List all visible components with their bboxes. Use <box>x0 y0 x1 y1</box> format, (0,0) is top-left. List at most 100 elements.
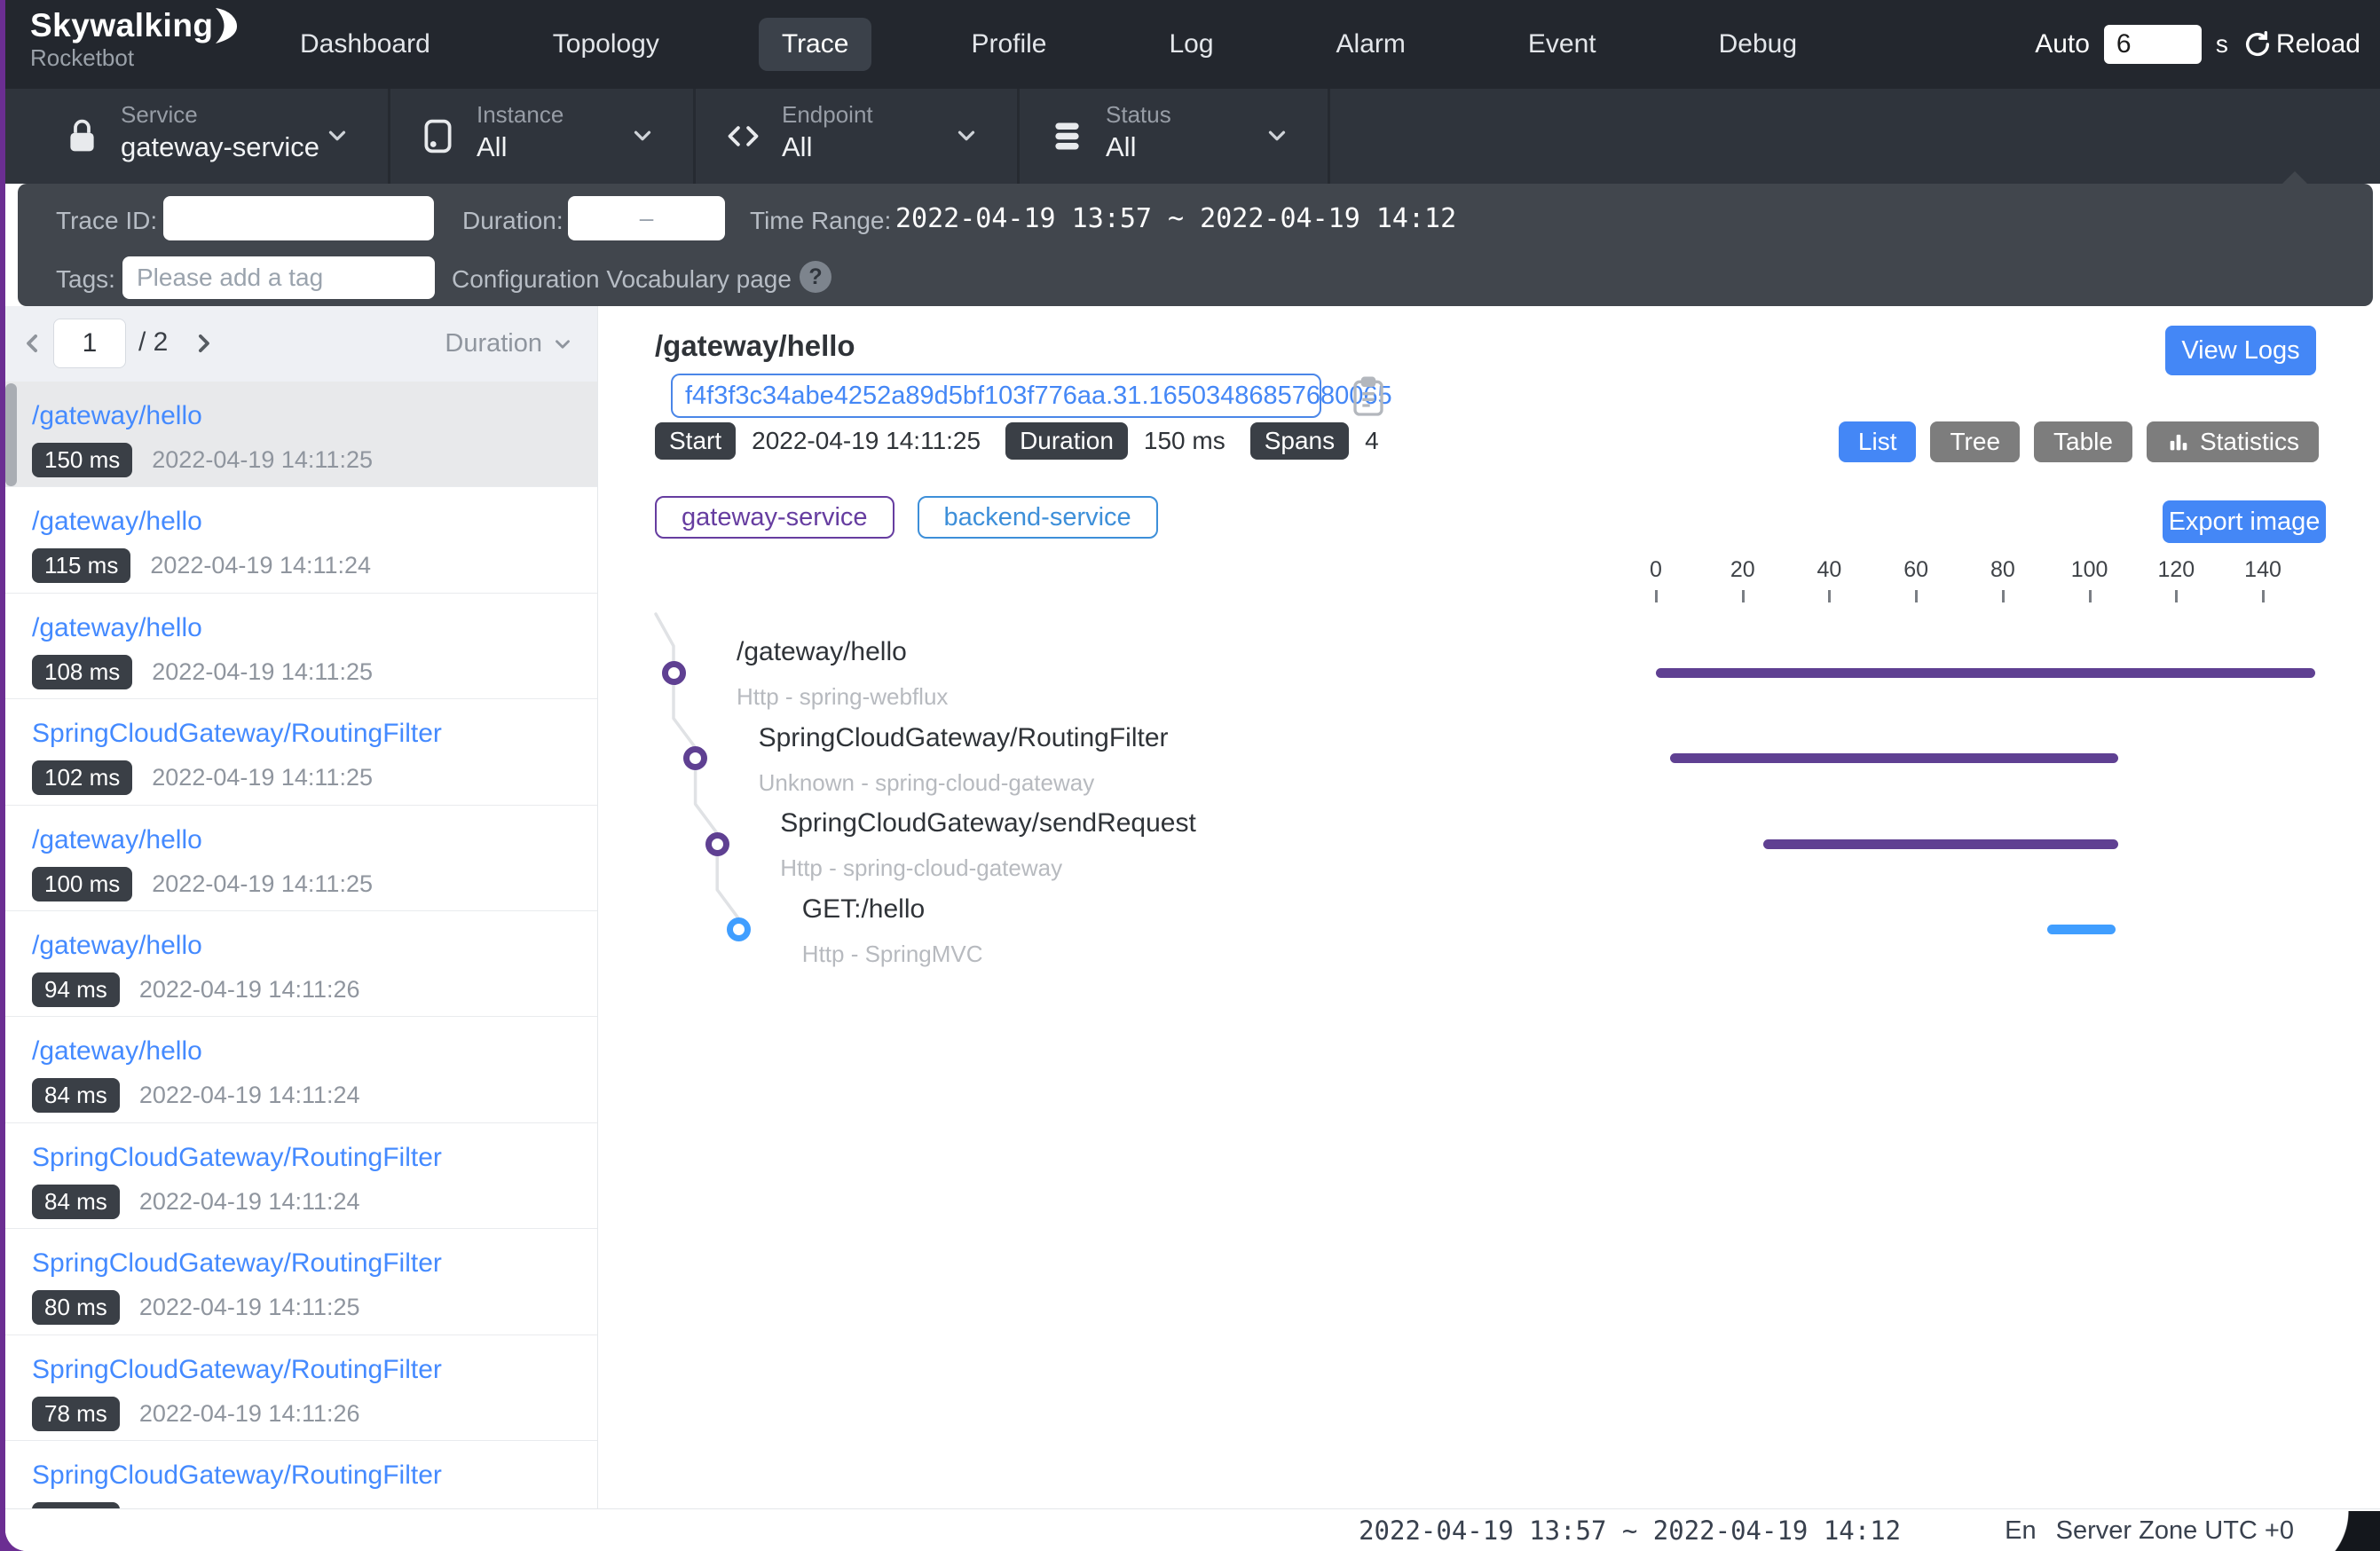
span-name[interactable]: /gateway/hello <box>737 637 907 667</box>
span-node-dot[interactable] <box>727 917 751 941</box>
trace-item-title[interactable]: /gateway/hello <box>32 1036 597 1067</box>
nav-tab-profile[interactable]: Profile <box>948 18 1069 71</box>
trace-start-time: 2022-04-19 14:11:26 <box>139 1400 360 1428</box>
page-prev-button[interactable] <box>20 330 46 357</box>
trace-start-time: 2022-04-19 14:11:24 <box>139 1082 360 1109</box>
logo[interactable]: Skywalking Rocketbot <box>30 7 238 72</box>
trace-item-title[interactable]: SpringCloudGateway/RoutingFilter <box>32 1355 597 1385</box>
axis-tick-mark <box>2175 590 2178 602</box>
sort-label: Duration <box>445 329 542 358</box>
help-icon[interactable]: ? <box>800 261 831 293</box>
time-range-value[interactable]: 2022-04-19 13:57 ~ 2022-04-19 14:12 <box>895 203 1456 234</box>
trace-duration-badge: 84 ms <box>32 1185 120 1219</box>
status-filter-value: All <box>1106 131 1136 163</box>
reload-icon <box>2242 29 2273 59</box>
vocabulary-link[interactable]: Configuration Vocabulary page <box>452 265 792 294</box>
span-duration-bar[interactable] <box>1763 839 2118 849</box>
axis-tick-mark <box>1828 590 1831 602</box>
axis-tick-mark <box>2089 590 2092 602</box>
span-node-dot[interactable] <box>662 661 686 685</box>
span-name[interactable]: GET:/hello <box>802 894 925 925</box>
status-filter-label: Status <box>1106 101 1171 129</box>
trace-start-time: 2022-04-19 14:11:25 <box>139 1294 360 1321</box>
trace-item-title[interactable]: SpringCloudGateway/RoutingFilter <box>32 719 597 749</box>
axis-tick-label: 80 <box>1967 557 2038 583</box>
span-name[interactable]: SpringCloudGateway/sendRequest <box>780 808 1196 838</box>
code-icon <box>723 116 763 156</box>
footer-time-range[interactable]: 2022-04-19 13:57 ~ 2022-04-19 14:12 <box>1359 1516 1901 1546</box>
sort-dropdown[interactable]: Duration <box>445 329 574 358</box>
trace-list-item[interactable]: /gateway/hello115 ms2022-04-19 14:11:24 <box>5 487 597 593</box>
chevron-down-icon <box>953 122 980 149</box>
service-filter-dropdown[interactable]: Servicegateway-service <box>32 89 388 184</box>
span-component-label: Unknown - spring-cloud-gateway <box>759 769 1095 797</box>
endpoint-filter-dropdown[interactable]: EndpointAll <box>693 89 1017 184</box>
trace-item-title[interactable]: SpringCloudGateway/RoutingFilter <box>32 1143 597 1173</box>
trace-start-time: 2022-04-19 14:11:25 <box>152 658 373 686</box>
list-scrollbar-thumb[interactable] <box>5 383 17 486</box>
span-name[interactable]: SpringCloudGateway/RoutingFilter <box>759 723 1169 753</box>
page-next-button[interactable] <box>190 330 217 357</box>
axis-tick-label: 20 <box>1707 557 1778 583</box>
span-duration-bar[interactable] <box>2047 925 2116 934</box>
trace-start-time: 2022-04-19 14:11:25 <box>152 870 373 898</box>
nav-tab-event[interactable]: Event <box>1505 18 1620 71</box>
trace-duration-badge: 115 ms <box>32 548 130 583</box>
nav-tabs: Dashboard Topology Trace Profile Log Alarm Eve… <box>277 0 1820 89</box>
trace-list-item[interactable]: SpringCloudGateway/RoutingFilter102 ms20… <box>5 699 597 805</box>
app-window: Skywalking Rocketbot Dashboard Topology Tr… <box>5 0 2380 1551</box>
language-switch[interactable]: En <box>2005 1516 2036 1546</box>
span-duration-bar[interactable] <box>1656 668 2315 678</box>
tags-input[interactable] <box>122 256 435 299</box>
auto-refresh-interval-input[interactable] <box>2104 25 2202 64</box>
trace-item-title[interactable]: /gateway/hello <box>32 931 597 961</box>
trace-list-item[interactable]: /gateway/hello100 ms2022-04-19 14:11:25 <box>5 806 597 911</box>
span-node-dot[interactable] <box>705 832 729 856</box>
trace-id-input[interactable] <box>163 196 434 240</box>
status-filter-dropdown[interactable]: StatusAll <box>1017 89 1328 184</box>
panel-notch <box>2281 171 2309 185</box>
server-zone[interactable]: Server Zone UTC +0 <box>2056 1516 2294 1546</box>
nav-tab-trace[interactable]: Trace <box>759 18 872 71</box>
top-navigation-bar: Skywalking Rocketbot Dashboard Topology Tr… <box>5 0 2380 89</box>
trace-duration-badge: 150 ms <box>32 443 132 477</box>
service-filter-label: Service <box>121 101 198 129</box>
duration-filter-input[interactable] <box>568 196 725 240</box>
filter-separator <box>693 89 696 184</box>
span-component-label: Http - spring-cloud-gateway <box>780 854 1062 882</box>
trace-item-title[interactable]: /gateway/hello <box>32 613 597 643</box>
trace-start-time: 2022-04-19 14:11:24 <box>139 1188 360 1216</box>
nav-tab-log[interactable]: Log <box>1146 18 1236 71</box>
trace-list-item[interactable]: /gateway/hello108 ms2022-04-19 14:11:25 <box>5 594 597 699</box>
trace-list-item[interactable]: SpringCloudGateway/RoutingFilter80 ms202… <box>5 1229 597 1334</box>
trace-item-title[interactable]: SpringCloudGateway/RoutingFilter <box>32 1460 597 1491</box>
trace-id-label: Trace ID: <box>56 207 157 235</box>
auto-refresh-unit: s <box>2216 30 2228 59</box>
nav-tab-debug[interactable]: Debug <box>1696 18 1820 71</box>
nav-tab-topology[interactable]: Topology <box>530 18 682 71</box>
axis-tick-mark <box>2002 590 2005 602</box>
trace-item-title[interactable]: /gateway/hello <box>32 507 597 537</box>
instance-filter-dropdown[interactable]: InstanceAll <box>388 89 693 184</box>
trace-list: /gateway/hello150 ms2022-04-19 14:11:25/… <box>5 382 597 1551</box>
page-number-input[interactable] <box>53 319 126 368</box>
trace-item-title[interactable]: /gateway/hello <box>32 825 597 855</box>
reload-button[interactable]: Reload <box>2242 29 2360 59</box>
trace-item-title[interactable]: /gateway/hello <box>32 401 597 431</box>
span-node-dot[interactable] <box>683 746 707 770</box>
lock-icon <box>62 116 102 156</box>
nav-tab-dashboard[interactable]: Dashboard <box>277 18 453 71</box>
reload-label: Reload <box>2276 29 2360 59</box>
filter-separator <box>388 89 390 184</box>
trace-list-item[interactable]: SpringCloudGateway/RoutingFilter78 ms202… <box>5 1335 597 1441</box>
trace-list-item[interactable]: /gateway/hello 84 ms 2022-04-19 14:11:24 <box>5 1017 597 1122</box>
nav-tab-alarm[interactable]: Alarm <box>1313 18 1429 71</box>
trace-item-title[interactable]: SpringCloudGateway/RoutingFilter <box>32 1248 597 1279</box>
trace-start-time: 2022-04-19 14:11:25 <box>152 446 373 474</box>
trace-list-item[interactable]: /gateway/hello94 ms2022-04-19 14:11:26 <box>5 911 597 1017</box>
span-duration-bar[interactable] <box>1670 753 2118 763</box>
axis-tick-mark <box>1742 590 1745 602</box>
trace-list-item[interactable]: /gateway/hello 150 ms 2022-04-19 14:11:25 <box>5 382 597 487</box>
trace-list-item[interactable]: SpringCloudGateway/RoutingFilter 84 ms 202… <box>5 1123 597 1229</box>
trace-duration-badge: 84 ms <box>32 1078 120 1113</box>
